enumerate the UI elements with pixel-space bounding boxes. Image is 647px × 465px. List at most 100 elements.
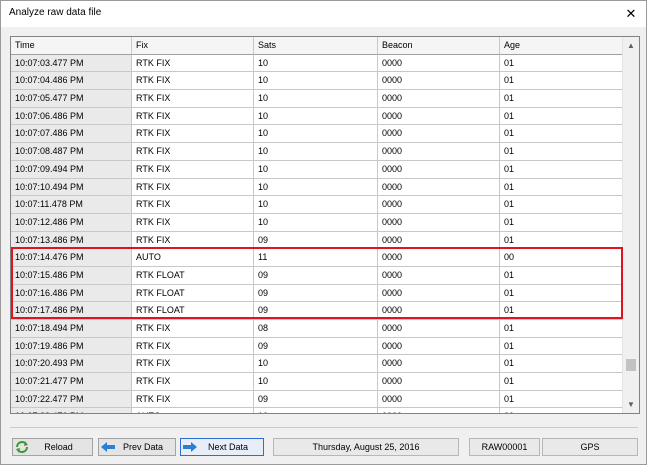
cell-age[interactable]: 01 <box>500 231 623 250</box>
cell-beacon[interactable]: 0000 <box>378 213 500 232</box>
vertical-scrollbar[interactable]: ▲ ▼ <box>622 37 639 413</box>
table-row[interactable]: 10:07:19.486 PM RTK FIX 09 0000 01 <box>11 337 623 356</box>
cell-time[interactable]: 10:07:17.486 PM <box>11 302 132 320</box>
cell-time[interactable]: 10:07:10.494 PM <box>11 178 132 197</box>
cell-time[interactable]: 10:07:19.486 PM <box>11 337 132 356</box>
cell-sats[interactable]: 09 <box>254 284 378 303</box>
cell-fix[interactable]: AUTO <box>132 249 254 267</box>
cell-beacon[interactable]: 0000 <box>378 390 500 409</box>
cell-time[interactable]: 10:07:06.486 PM <box>11 107 132 126</box>
cell-fix[interactable]: RTK FIX <box>132 231 254 250</box>
cell-age[interactable]: 01 <box>500 72 623 91</box>
cell-fix[interactable]: RTK FIX <box>132 160 254 179</box>
cell-beacon[interactable]: 0000 <box>378 72 500 91</box>
cell-beacon[interactable]: 0000 <box>378 160 500 179</box>
cell-sats[interactable]: 10 <box>254 125 378 144</box>
cell-fix[interactable]: AUTO <box>132 408 254 413</box>
table-row[interactable]: 10:07:08.487 PM RTK FIX 10 0000 01 <box>11 143 623 161</box>
cell-time[interactable]: 10:07:04.486 PM <box>11 72 132 91</box>
cell-sats[interactable]: 10 <box>254 160 378 179</box>
cell-sats[interactable]: 10 <box>254 72 378 91</box>
cell-time[interactable]: 10:07:11.478 PM <box>11 196 132 214</box>
table-row[interactable]: 10:07:10.494 PM RTK FIX 10 0000 01 <box>11 178 623 197</box>
cell-time[interactable]: 10:07:16.486 PM <box>11 284 132 303</box>
cell-fix[interactable]: RTK FIX <box>132 72 254 91</box>
scroll-thumb[interactable] <box>626 359 636 371</box>
cell-fix[interactable]: RTK FIX <box>132 54 254 73</box>
cell-age[interactable]: 01 <box>500 54 623 73</box>
cell-sats[interactable]: 09 <box>254 390 378 409</box>
cell-sats[interactable]: 10 <box>254 107 378 126</box>
cell-fix[interactable]: RTK FIX <box>132 125 254 144</box>
cell-beacon[interactable]: 0000 <box>378 54 500 73</box>
cell-fix[interactable]: RTK FIX <box>132 90 254 108</box>
raw-data-grid[interactable]: Time Fix Sats Beacon Age 10:07:03.477 PM… <box>10 36 640 414</box>
table-row[interactable]: 10:07:03.477 PM RTK FIX 10 0000 01 <box>11 54 623 73</box>
table-row[interactable]: 10:07:05.477 PM RTK FIX 10 0000 01 <box>11 90 623 108</box>
cell-sats[interactable]: 09 <box>254 266 378 285</box>
table-row[interactable]: 10:07:06.486 PM RTK FIX 10 0000 01 <box>11 107 623 126</box>
cell-beacon[interactable]: 0000 <box>378 320 500 338</box>
cell-fix[interactable]: RTK FIX <box>132 213 254 232</box>
table-row[interactable]: 10:07:12.486 PM RTK FIX 10 0000 01 <box>11 213 623 232</box>
cell-time[interactable]: 10:07:12.486 PM <box>11 213 132 232</box>
cell-sats[interactable]: 10 <box>254 178 378 197</box>
table-row[interactable]: 10:07:21.477 PM RTK FIX 10 0000 01 <box>11 373 623 391</box>
cell-age[interactable]: 01 <box>500 355 623 374</box>
cell-beacon[interactable]: 0000 <box>378 125 500 144</box>
cell-age[interactable]: 01 <box>500 337 623 356</box>
cell-fix[interactable]: RTK FIX <box>132 373 254 391</box>
cell-fix[interactable]: RTK FIX <box>132 390 254 409</box>
cell-sats[interactable]: 11 <box>254 249 378 267</box>
reload-button[interactable]: Reload <box>12 438 93 456</box>
cell-time[interactable]: 10:07:22.477 PM <box>11 390 132 409</box>
table-row[interactable]: 10:07:09.494 PM RTK FIX 10 0000 01 <box>11 160 623 179</box>
cell-fix[interactable]: RTK FIX <box>132 178 254 197</box>
table-row[interactable]: 10:07:20.493 PM RTK FIX 10 0000 01 <box>11 355 623 374</box>
column-header-beacon[interactable]: Beacon <box>378 37 500 55</box>
cell-time[interactable]: 10:07:07.486 PM <box>11 125 132 144</box>
cell-sats[interactable]: 10 <box>254 355 378 374</box>
cell-time[interactable]: 10:07:14.476 PM <box>11 249 132 267</box>
cell-age[interactable]: 01 <box>500 320 623 338</box>
prev-data-button[interactable]: Prev Data <box>98 438 176 456</box>
cell-beacon[interactable]: 0000 <box>378 408 500 413</box>
cell-age[interactable]: 01 <box>500 143 623 161</box>
table-row[interactable]: 10:07:18.494 PM RTK FIX 08 0000 01 <box>11 320 623 338</box>
table-row[interactable]: 10:07:23.476 PMAUTO10000000 <box>11 408 623 413</box>
table-row[interactable]: 10:07:11.478 PM RTK FIX 10 0000 01 <box>11 196 623 214</box>
cell-beacon[interactable]: 0000 <box>378 249 500 267</box>
cell-fix[interactable]: RTK FLOAT <box>132 266 254 285</box>
cell-age[interactable]: 01 <box>500 266 623 285</box>
cell-age[interactable]: 00 <box>500 408 623 413</box>
column-header-time[interactable]: Time <box>11 37 132 55</box>
cell-age[interactable]: 01 <box>500 390 623 409</box>
cell-time[interactable]: 10:07:21.477 PM <box>11 373 132 391</box>
cell-time[interactable]: 10:07:15.486 PM <box>11 266 132 285</box>
cell-age[interactable]: 01 <box>500 284 623 303</box>
cell-beacon[interactable]: 0000 <box>378 196 500 214</box>
table-row[interactable]: 10:07:07.486 PM RTK FIX 10 0000 01 <box>11 125 623 144</box>
cell-time[interactable]: 10:07:13.486 PM <box>11 231 132 250</box>
column-header-age[interactable]: Age <box>500 37 623 55</box>
cell-fix[interactable]: RTK FIX <box>132 337 254 356</box>
cell-beacon[interactable]: 0000 <box>378 337 500 356</box>
cell-age[interactable]: 01 <box>500 107 623 126</box>
cell-age[interactable]: 01 <box>500 302 623 320</box>
cell-beacon[interactable]: 0000 <box>378 90 500 108</box>
cell-age[interactable]: 01 <box>500 196 623 214</box>
cell-time[interactable]: 10:07:18.494 PM <box>11 320 132 338</box>
cell-sats[interactable]: 09 <box>254 302 378 320</box>
cell-fix[interactable]: RTK FIX <box>132 196 254 214</box>
cell-age[interactable]: 01 <box>500 178 623 197</box>
cell-fix[interactable]: RTK FLOAT <box>132 284 254 303</box>
cell-beacon[interactable]: 0000 <box>378 178 500 197</box>
cell-beacon[interactable]: 0000 <box>378 355 500 374</box>
table-row[interactable]: 10:07:16.486 PM RTK FLOAT 09 0000 01 <box>11 284 623 303</box>
table-row[interactable]: 10:07:22.477 PM RTK FIX 09 0000 01 <box>11 390 623 409</box>
table-row[interactable]: 10:07:15.486 PM RTK FLOAT 09 0000 01 <box>11 266 623 285</box>
cell-time[interactable]: 10:07:20.493 PM <box>11 355 132 374</box>
cell-sats[interactable]: 10 <box>254 373 378 391</box>
cell-beacon[interactable]: 0000 <box>378 107 500 126</box>
column-header-sats[interactable]: Sats <box>254 37 378 55</box>
